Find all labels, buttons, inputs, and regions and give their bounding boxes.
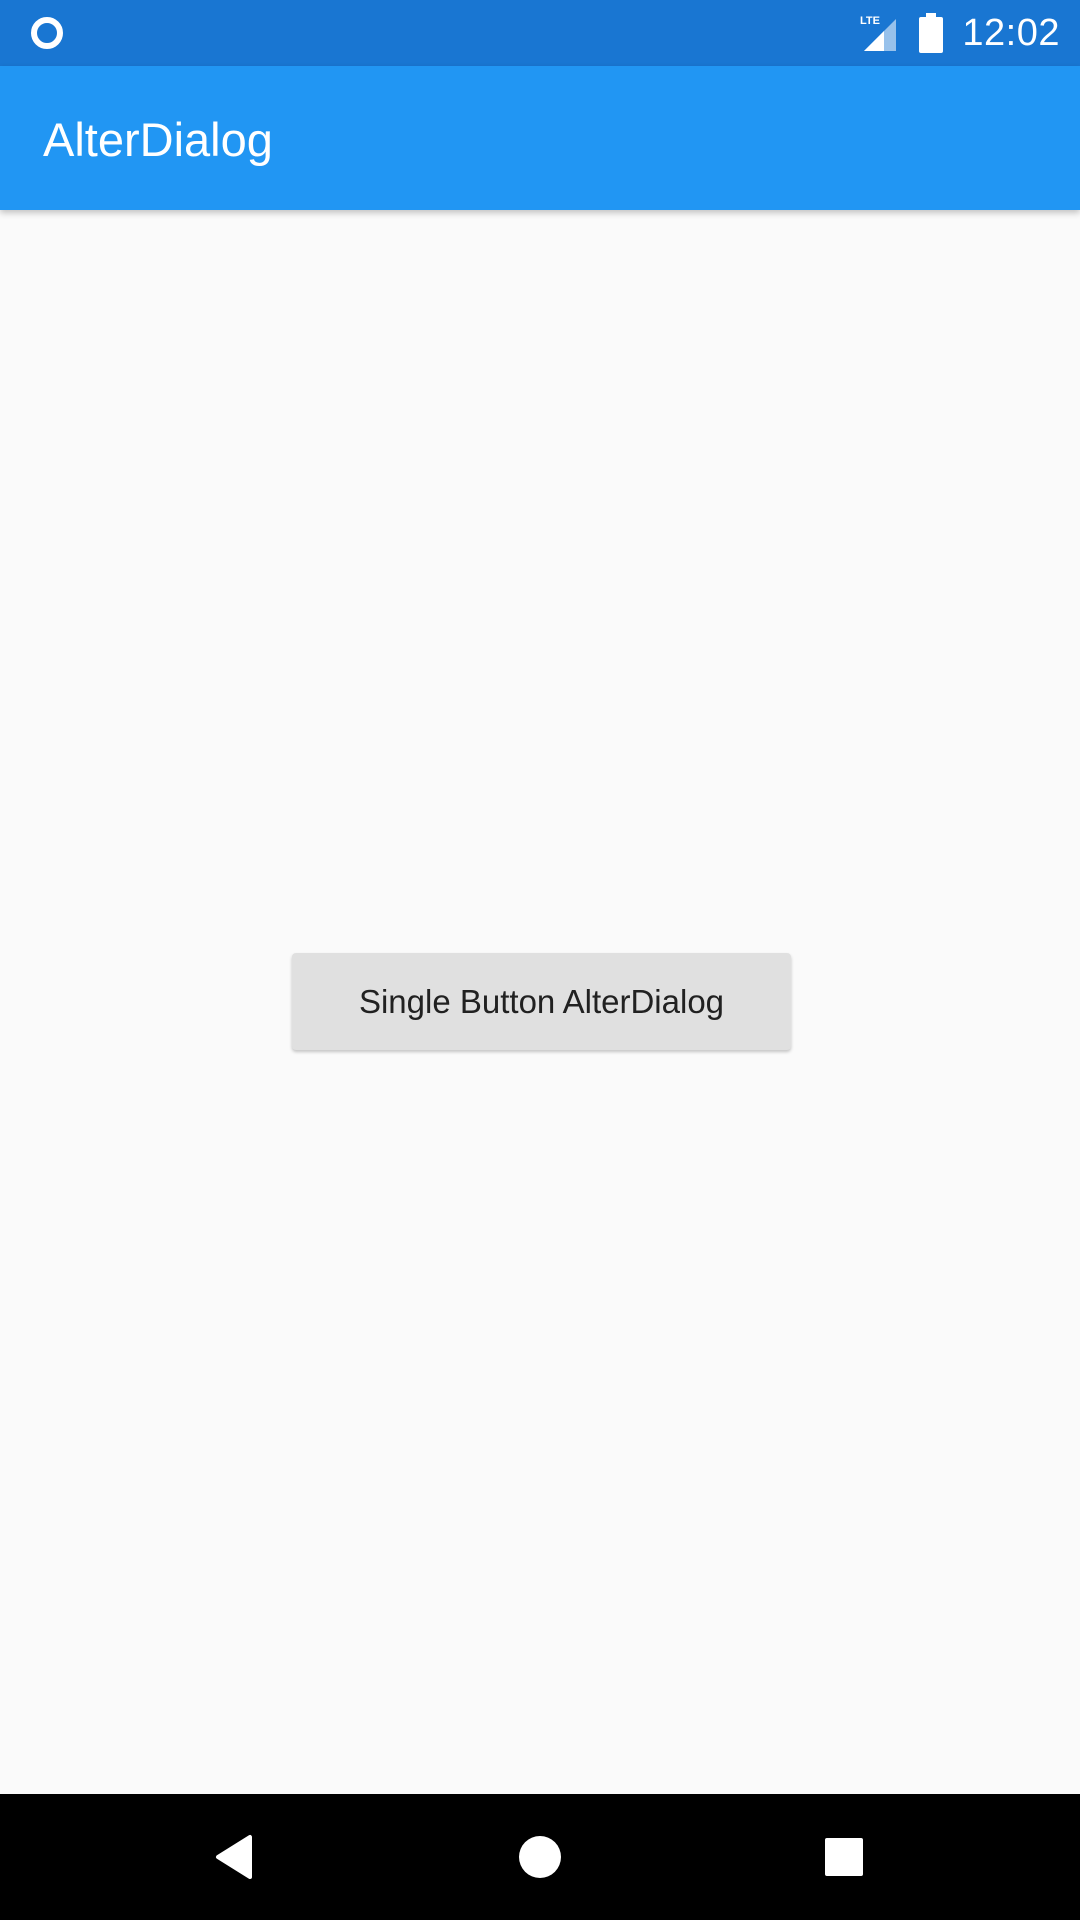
battery-icon xyxy=(919,13,944,53)
app-screen: LTE 12:02 AlterDialog Single Button Alte… xyxy=(0,0,1080,1920)
status-bar: LTE 12:02 xyxy=(0,0,1080,66)
lte-signal-icon: LTE xyxy=(860,15,897,51)
page-title: AlterDialog xyxy=(43,113,273,166)
status-time: 12:02 xyxy=(962,11,1060,54)
navigation-bar xyxy=(0,1794,1080,1920)
home-icon[interactable] xyxy=(510,1827,570,1887)
status-right-group: LTE 12:02 xyxy=(860,0,1060,66)
recents-icon[interactable] xyxy=(814,1827,874,1887)
back-icon[interactable] xyxy=(206,1827,266,1887)
circle-notification-icon xyxy=(31,17,63,49)
main-content: Single Button AlterDialog xyxy=(0,210,1080,1794)
network-label: LTE xyxy=(860,15,880,27)
single-button-alterdialog-button[interactable]: Single Button AlterDialog xyxy=(292,953,791,1050)
app-bar: AlterDialog xyxy=(0,66,1080,210)
